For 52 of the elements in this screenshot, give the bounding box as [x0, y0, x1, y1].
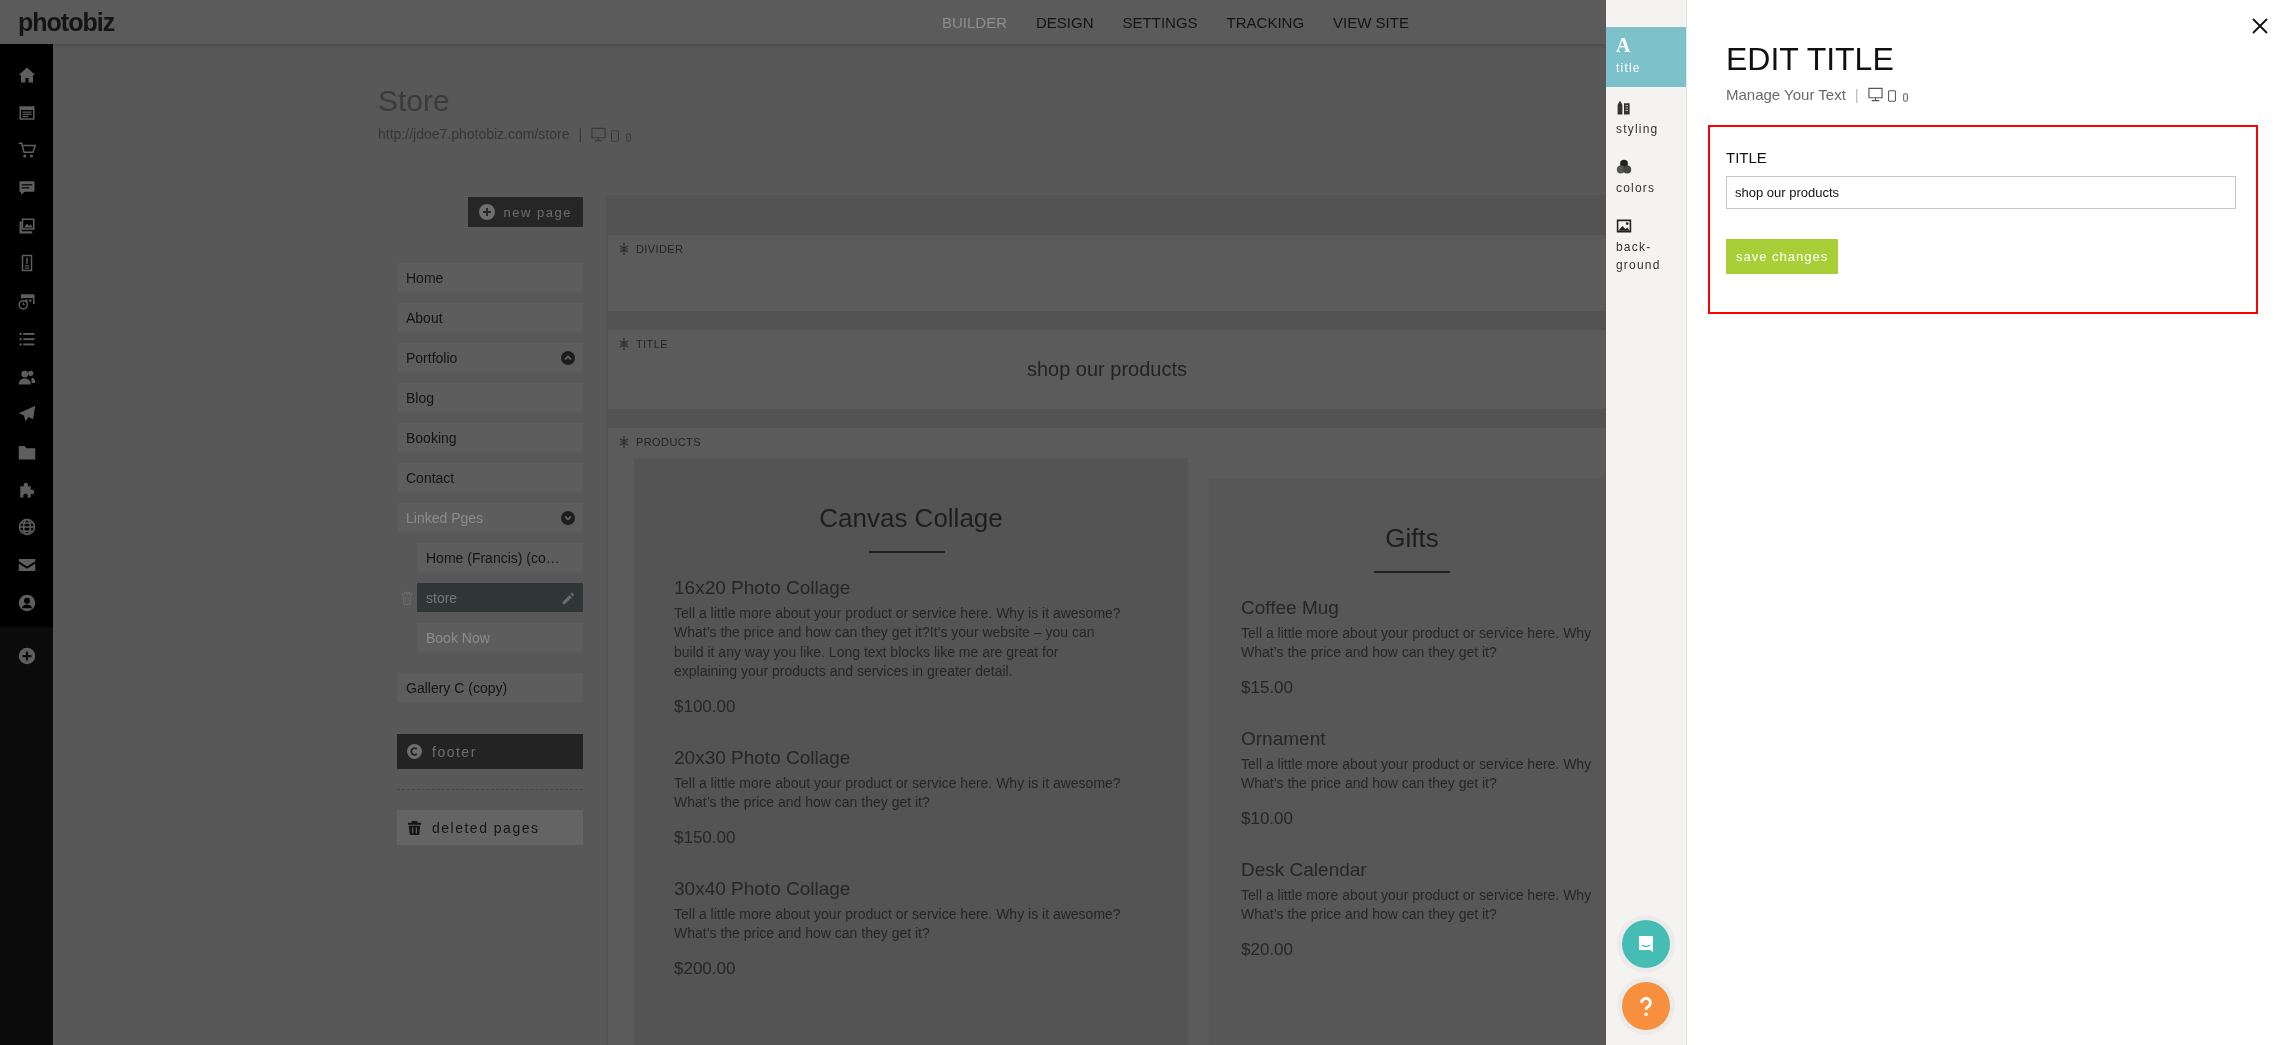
home-icon[interactable]: [17, 66, 36, 84]
page-item[interactable]: Home: [397, 263, 583, 292]
title-field[interactable]: shop our products: [1726, 176, 2236, 209]
editor-tab[interactable]: A title: [1606, 27, 1686, 87]
phone-icon[interactable]: [1900, 93, 1910, 102]
separator: |: [1854, 86, 1859, 103]
separator: |: [578, 126, 583, 142]
save-button[interactable]: save changes: [1726, 239, 1839, 274]
user-icon[interactable]: [17, 593, 36, 612]
text-glyph: A: [1616, 35, 1632, 55]
title-text: shop our products: [1025, 358, 1189, 381]
pencil-ruler-icon[interactable]: [1616, 100, 1632, 116]
page-item[interactable]: Gallery C (copy): [397, 673, 583, 702]
copyright-icon[interactable]: [407, 744, 422, 759]
page-item[interactable]: Booking: [397, 423, 583, 452]
send-icon[interactable]: [17, 405, 36, 424]
calendar-clock-icon[interactable]: [17, 292, 36, 311]
chat-icon[interactable]: [1636, 934, 1656, 954]
circles-icon[interactable]: [1616, 159, 1632, 175]
images-icon[interactable]: [17, 216, 36, 235]
nav-link[interactable]: VIEW SITE: [1333, 13, 1409, 31]
close-button[interactable]: [2250, 16, 2270, 36]
footer-button[interactable]: footer: [397, 734, 583, 769]
page-item[interactable]: Blog: [397, 383, 583, 412]
page-item[interactable]: Contact: [397, 463, 583, 492]
card-heading: Gifts: [1384, 525, 1440, 551]
cart-icon[interactable]: [17, 141, 36, 160]
trash-icon[interactable]: [407, 820, 422, 835]
new-page-button[interactable]: new page: [467, 197, 583, 227]
deleted-pages-button[interactable]: deleted pages: [397, 810, 583, 845]
tablet-icon[interactable]: [1885, 90, 1898, 102]
field-label: TITLE: [1726, 149, 1768, 166]
nav-link[interactable]: SETTINGS: [1122, 13, 1198, 31]
logo[interactable]: photobiz: [18, 7, 115, 37]
editor-tab[interactable]: colors: [1606, 151, 1686, 205]
products-block[interactable]: [608, 428, 1606, 1045]
nav-link[interactable]: DESIGN: [1036, 13, 1094, 31]
panel-title: EDIT TITLE: [1726, 40, 1895, 78]
editor-tab[interactable]: back-ground: [1606, 210, 1686, 282]
chevron-icon[interactable]: [561, 350, 575, 365]
add-icon[interactable]: [17, 646, 36, 665]
page-item[interactable]: About: [397, 303, 583, 332]
nav-link[interactable]: TRACKING: [1226, 13, 1305, 31]
panel-subtitle: Manage Your Text: [1726, 86, 1846, 103]
editor-tab[interactable]: styling: [1606, 92, 1686, 146]
add-icon[interactable]: [478, 204, 495, 220]
page-item[interactable]: Portfolio: [397, 343, 583, 372]
puzzle-icon[interactable]: [17, 480, 36, 499]
image-icon[interactable]: [1616, 218, 1632, 234]
calendar-icon[interactable]: [17, 103, 36, 122]
globe-icon[interactable]: [17, 518, 36, 537]
desktop-icon[interactable]: [1867, 87, 1883, 102]
